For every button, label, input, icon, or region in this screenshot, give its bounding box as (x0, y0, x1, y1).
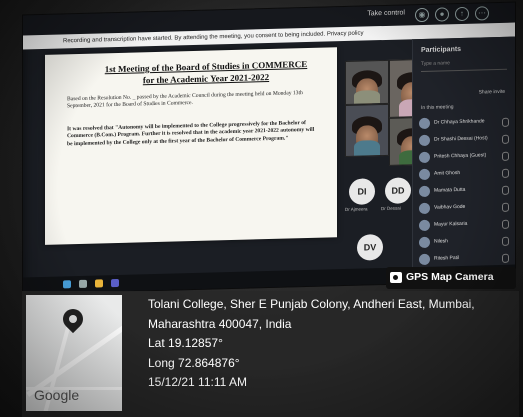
gps-camera-tag: GPS Map Camera (386, 267, 516, 289)
video-tile-3[interactable] (345, 103, 389, 158)
recording-notice: Recording and transcription have started… (63, 30, 364, 45)
participant-body (354, 140, 380, 156)
participant-avatar (419, 236, 430, 249)
mic-icon (502, 168, 509, 178)
avatar-2[interactable]: DD (385, 177, 411, 204)
latitude: Lat 19.12857° (148, 336, 223, 350)
take-control-button[interactable]: Take control (367, 9, 405, 17)
participant-name: Mayur Kalsaria (434, 220, 468, 228)
mic-icon (502, 185, 509, 195)
avatar-2-label: Dr Dessai (381, 205, 401, 212)
participant-name: Dr Chhaya Shrikhande (434, 118, 485, 126)
participant-row[interactable]: Dr Chhaya Shrikhande (419, 115, 509, 131)
search-icon[interactable] (79, 279, 87, 288)
location-pin-icon (58, 304, 88, 334)
participant-row[interactable]: Amit Ghosh (419, 166, 509, 182)
participant-row[interactable]: Mamata Dutta (419, 183, 509, 199)
longitude: Long 72.864876° (148, 355, 240, 370)
participant-avatar (419, 219, 430, 232)
teams-meeting-screen: Take control ◉ ● ↑ ⋯ Recording and trans… (22, 1, 516, 295)
address-line2: Maharashtra 400047, India (148, 316, 292, 331)
participant-name: Pritesh Chhaya (Guest) (434, 152, 487, 160)
photo-scene: Take control ◉ ● ↑ ⋯ Recording and trans… (0, 0, 523, 417)
teams-icon[interactable] (111, 278, 119, 288)
participant-avatar (419, 202, 430, 215)
video-tile-1[interactable] (345, 59, 389, 106)
avatar-1-label: Dr Ajmeera (345, 206, 368, 213)
participant-name: Nilesh (434, 238, 448, 245)
participant-row[interactable]: Vaibhav Gode (419, 200, 509, 216)
mic-icon (502, 117, 509, 127)
mic-icon (502, 219, 509, 229)
participants-panel: Participants Type a name Share invite In… (412, 36, 515, 284)
participant-avatar (419, 185, 430, 198)
participant-avatar (419, 134, 430, 147)
date-time: 15/12/21 11:11 AM (148, 375, 247, 389)
share-icon[interactable]: ↑ (455, 6, 469, 22)
document-title: 1st Meeting of the Board of Studies in C… (85, 57, 327, 87)
participant-name: Ritesh Patil (434, 255, 460, 262)
mic-icon (502, 253, 509, 263)
participant-row[interactable]: Dr Shashi Dessai (Host) (419, 132, 509, 148)
participant-row[interactable]: Nilesh (419, 234, 509, 250)
in-meeting-heading: In this meeting (421, 104, 454, 112)
mic-icon[interactable]: ● (435, 7, 449, 22)
avatar-1[interactable]: DI (349, 178, 375, 205)
camera-icon (390, 272, 402, 283)
participant-avatar (419, 117, 430, 130)
participant-name: Mamata Dutta (434, 186, 466, 194)
gps-camera-label: GPS Map Camera (406, 271, 494, 283)
participant-name: Dr Shashi Dessai (Host) (434, 135, 488, 143)
participant-name: Amit Ghosh (434, 169, 461, 177)
address-line1: Tolani College, Sher E Punjab Colony, An… (148, 297, 475, 311)
folder-icon[interactable] (95, 279, 103, 288)
mic-icon (502, 202, 509, 212)
participant-avatar (419, 168, 430, 181)
participant-name: Vaibhav Gode (434, 203, 466, 211)
more-icon[interactable]: ⋯ (475, 6, 489, 21)
start-icon[interactable] (63, 280, 71, 289)
participant-body (354, 90, 380, 104)
map-thumbnail: Google (26, 295, 122, 411)
shared-document: 1st Meeting of the Board of Studies in C… (45, 47, 337, 245)
participant-avatar (419, 253, 430, 266)
map-brand: Google (34, 387, 80, 403)
avatar-3[interactable]: DV (357, 234, 383, 261)
participants-title: Participants (421, 45, 462, 55)
location-overlay: Google Tolani College, Sher E Punjab Col… (22, 291, 519, 417)
participant-avatar (419, 151, 430, 164)
document-paragraph-1: Based on the Resolution No. _ passed by … (67, 90, 303, 110)
participant-row[interactable]: Mayur Kalsaria (419, 217, 509, 233)
mic-icon (502, 151, 509, 161)
camera-icon[interactable]: ◉ (415, 7, 429, 23)
document-paragraph-2: It was resolved that "Autonomy will be i… (67, 120, 315, 148)
mic-icon (502, 134, 509, 144)
share-invite-button[interactable]: Share invite (479, 89, 505, 96)
location-info: Tolani College, Sher E Punjab Colony, An… (148, 295, 515, 393)
mic-icon (502, 236, 509, 246)
participant-search-input[interactable]: Type a name (421, 58, 507, 73)
participant-row[interactable]: Pritesh Chhaya (Guest) (419, 149, 509, 165)
